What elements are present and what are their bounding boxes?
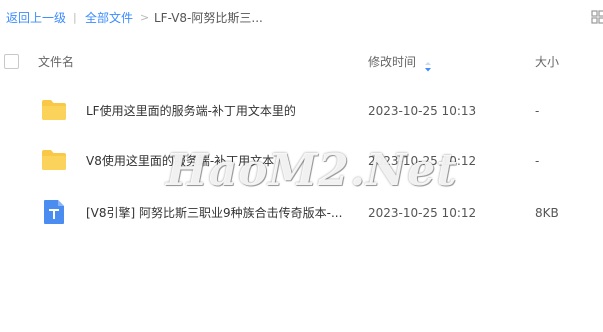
sort-descending-icon[interactable]: [424, 57, 432, 72]
column-header-name[interactable]: 文件名: [38, 54, 74, 70]
folder-icon: [40, 96, 68, 124]
file-row[interactable]: LF使用这里面的服务端-补丁用文本里的 2023-10-25 10:13 -: [0, 86, 603, 138]
current-folder-title: LF-V8-阿努比斯三...: [154, 11, 263, 25]
file-name[interactable]: V8使用这里面的服务端-补丁用文本: [86, 153, 274, 169]
file-size: -: [535, 154, 540, 168]
file-list-header: 文件名 修改时间 大小: [0, 46, 603, 78]
breadcrumb-separator: |: [73, 11, 77, 24]
breadcrumb: 返回上一级 | 全部文件 > LF-V8-阿努比斯三...: [0, 0, 603, 36]
column-header-modified[interactable]: 修改时间: [368, 54, 416, 70]
file-name[interactable]: LF使用这里面的服务端-补丁用文本里的: [86, 103, 296, 119]
file-name[interactable]: [V8引擎] 阿努比斯三职业9种族合击传奇版本-...: [86, 205, 342, 221]
modified-time: 2023-10-25 10:13: [368, 104, 477, 118]
modified-time: 2023-10-25 10:12: [368, 206, 477, 220]
file-row[interactable]: V8使用这里面的服务端-补丁用文本 2023-10-25 10:12 -: [0, 136, 603, 188]
all-files-link[interactable]: 全部文件: [85, 10, 133, 26]
text-file-icon: [40, 198, 68, 226]
back-link[interactable]: 返回上一级: [6, 10, 66, 26]
folder-icon: [40, 146, 68, 174]
modified-time: 2023-10-25 10:12: [368, 154, 477, 168]
breadcrumb-chevron: >: [140, 11, 150, 24]
grid-view-icon[interactable]: [591, 9, 603, 25]
column-header-size[interactable]: 大小: [535, 54, 559, 70]
select-all-checkbox[interactable]: [4, 54, 19, 69]
file-size: 8KB: [535, 206, 559, 220]
file-row[interactable]: [V8引擎] 阿努比斯三职业9种族合击传奇版本-... 2023-10-25 1…: [0, 188, 603, 240]
file-size: -: [535, 104, 540, 118]
